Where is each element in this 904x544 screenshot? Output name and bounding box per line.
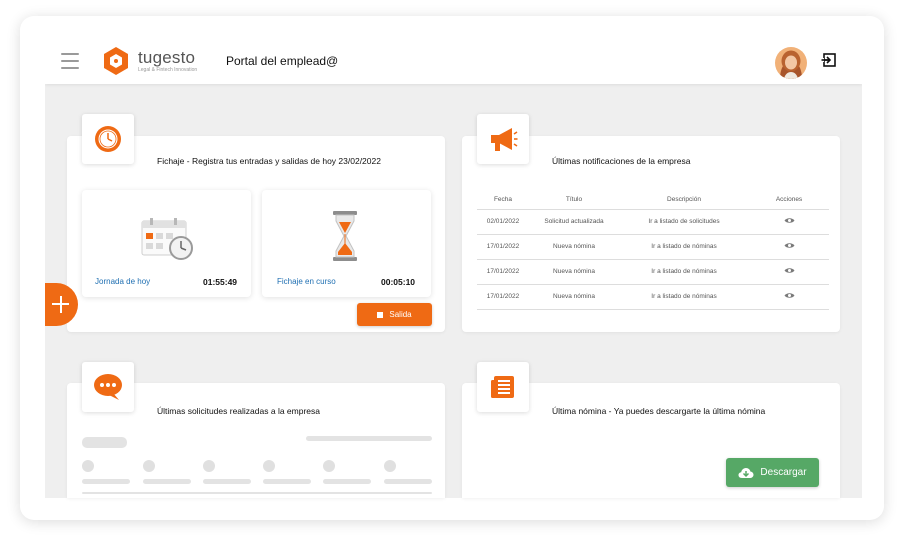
table-row: 17/01/2022 Nueva nómina Ir a listado de …	[477, 284, 829, 310]
brand-name: tugesto	[138, 48, 196, 67]
skeleton-loader	[384, 460, 396, 472]
cell-acciones	[749, 259, 829, 285]
skeleton-loader	[263, 460, 275, 472]
salida-button[interactable]: Salida	[357, 303, 432, 326]
skeleton-loader	[203, 479, 251, 484]
eye-icon[interactable]	[784, 217, 795, 224]
top-bar: tugesto Legal & Fintech Innovation Porta…	[45, 38, 862, 84]
nomina-icon-tile	[477, 362, 529, 412]
page-title: Portal del emplead@	[226, 54, 339, 68]
tugesto-logo-icon	[104, 47, 128, 75]
cell-acciones	[749, 284, 829, 310]
skeleton-loader	[143, 479, 191, 484]
fichaje-curso-label[interactable]: Fichaje en curso	[277, 277, 336, 286]
cloud-download-icon	[738, 467, 754, 478]
logout-icon[interactable]	[821, 52, 837, 68]
descargar-label: Descargar	[760, 467, 807, 478]
cell-descripcion[interactable]: Ir a listado de nóminas	[619, 259, 749, 285]
skeleton-loader	[323, 460, 335, 472]
jornada-hoy-tile: Jornada de hoy 01:55:49	[82, 190, 251, 297]
table-header-row: Fecha Título Descripción Acciones	[477, 190, 829, 210]
fichaje-title: Fichaje - Registra tus entradas y salida…	[157, 156, 381, 166]
skeleton-loader	[306, 436, 432, 441]
solicitudes-icon-tile	[82, 362, 134, 412]
document-icon	[491, 376, 514, 398]
eye-icon[interactable]	[784, 267, 795, 274]
fichaje-curso-tile: Fichaje en curso 00:05:10	[262, 190, 431, 297]
stop-icon	[377, 311, 384, 318]
cell-titulo: Solicitud actualizada	[529, 209, 619, 235]
skeleton-loader	[82, 437, 127, 448]
cell-acciones	[749, 209, 829, 235]
cell-fecha: 02/01/2022	[477, 209, 529, 235]
table-row: 02/01/2022 Solicitud actualizada Ir a li…	[477, 209, 829, 235]
hamburger-menu-icon[interactable]	[61, 53, 79, 69]
megaphone-icon	[491, 128, 518, 151]
skeleton-loader	[82, 492, 432, 494]
column-header: Acciones	[749, 190, 829, 210]
notificaciones-icon-tile	[477, 114, 529, 164]
column-header: Descripción	[619, 190, 749, 210]
hourglass-icon	[333, 211, 357, 261]
jornada-hoy-time: 01:55:49	[203, 277, 238, 287]
descargar-button[interactable]: Descargar	[726, 458, 819, 487]
table-row: 17/01/2022 Nueva nómina Ir a listado de …	[477, 234, 829, 260]
brand-tagline: Legal & Fintech Innovation	[138, 67, 198, 73]
cell-titulo: Nueva nómina	[529, 284, 619, 310]
jornada-hoy-label[interactable]: Jornada de hoy	[95, 277, 150, 286]
eye-icon[interactable]	[784, 242, 795, 249]
notificaciones-title: Últimas notificaciones de la empresa	[552, 156, 691, 166]
skeleton-loader	[323, 479, 371, 484]
cell-descripcion[interactable]: Ir a listado de solicitudes	[619, 209, 749, 235]
skeleton-loader	[203, 460, 215, 472]
cell-fecha: 17/01/2022	[477, 284, 529, 310]
column-header: Fecha	[477, 190, 529, 210]
skeleton-loader	[82, 479, 130, 484]
skeleton-loader	[384, 479, 432, 484]
table-row: 17/01/2022 Nueva nómina Ir a listado de …	[477, 259, 829, 285]
fichaje-icon-tile	[82, 114, 134, 164]
cell-acciones	[749, 234, 829, 260]
calendar-clock-icon	[141, 218, 193, 260]
column-header: Título	[529, 190, 619, 210]
cell-descripcion[interactable]: Ir a listado de nóminas	[619, 284, 749, 310]
cell-descripcion[interactable]: Ir a listado de nóminas	[619, 234, 749, 260]
clock-icon	[95, 126, 121, 152]
eye-icon[interactable]	[784, 292, 795, 299]
salida-label: Salida	[389, 310, 412, 319]
solicitudes-title: Últimas solicitudes realizadas a la empr…	[157, 406, 320, 416]
cell-titulo: Nueva nómina	[529, 259, 619, 285]
skeleton-loader	[143, 460, 155, 472]
skeleton-loader	[82, 460, 94, 472]
user-avatar[interactable]	[775, 47, 807, 79]
cell-titulo: Nueva nómina	[529, 234, 619, 260]
nomina-title: Última nómina - Ya puedes descargarte la…	[552, 406, 766, 416]
fichaje-curso-time: 00:05:10	[381, 277, 416, 287]
cell-fecha: 17/01/2022	[477, 259, 529, 285]
notificaciones-table: Fecha Título Descripción Acciones 02/01/…	[477, 190, 829, 310]
skeleton-loader	[263, 479, 311, 484]
chat-bubble-icon	[94, 374, 122, 400]
cell-fecha: 17/01/2022	[477, 234, 529, 260]
